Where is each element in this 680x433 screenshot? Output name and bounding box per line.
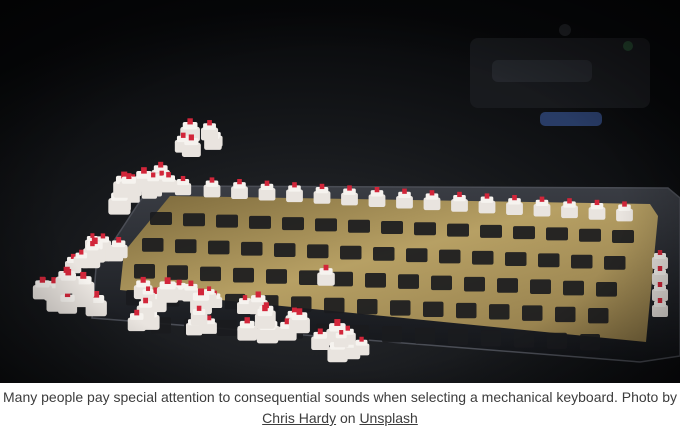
photo-vignette xyxy=(0,0,680,383)
photo-caption: Many people pay special attention to con… xyxy=(0,387,680,429)
keyboard-photo-drawing xyxy=(0,0,680,383)
photographer-link[interactable]: Chris Hardy xyxy=(262,410,336,426)
article-figure: Many people pay special attention to con… xyxy=(0,0,680,433)
source-link[interactable]: Unsplash xyxy=(359,410,417,426)
keyboard-photo xyxy=(0,0,680,383)
caption-text: Many people pay special attention to con… xyxy=(3,389,677,405)
caption-connector: on xyxy=(339,410,356,426)
